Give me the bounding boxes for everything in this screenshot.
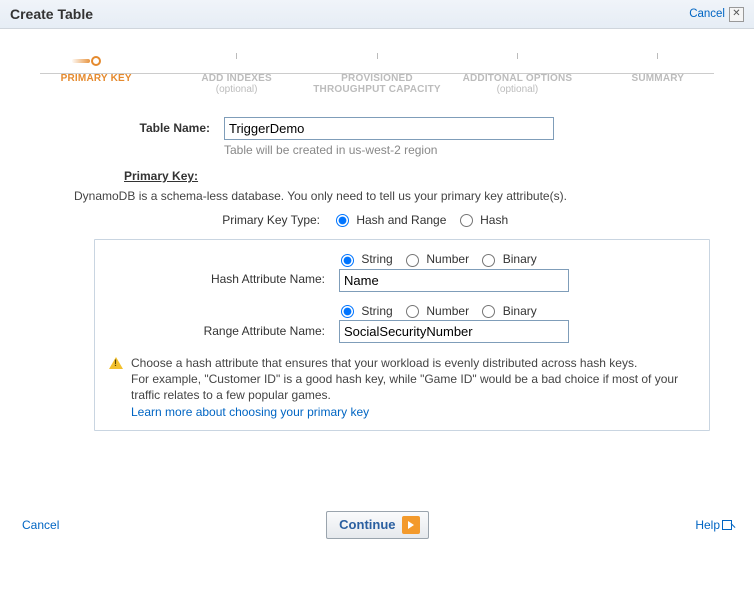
pk-type-hash-radio[interactable]	[460, 214, 473, 227]
dialog-header: Create Table Cancel ✕	[0, 0, 754, 29]
range-type-string-radio[interactable]	[341, 305, 354, 318]
primary-key-heading: Primary Key:	[124, 169, 720, 183]
range-type-binary-label: Binary	[503, 304, 537, 318]
wizard-step-additional-options: ADDITONAL OPTIONS (optional)	[447, 53, 587, 95]
primary-key-panel: Hash Attribute Name: String Number Binar…	[94, 239, 710, 430]
pk-type-hash-and-range-label: Hash and Range	[356, 213, 446, 227]
hash-attr-input[interactable]	[339, 269, 569, 292]
range-attr-label: Range Attribute Name:	[109, 304, 339, 338]
table-name-hint: Table will be created in us-west-2 regio…	[224, 143, 720, 157]
help-link[interactable]: Help	[695, 518, 732, 532]
hash-type-number-radio[interactable]	[406, 254, 419, 267]
range-type-number-label: Number	[426, 304, 469, 318]
wizard-step-label: PRIMARY KEY	[26, 73, 166, 84]
hash-type-binary-radio[interactable]	[482, 254, 495, 267]
continue-button[interactable]: Continue	[326, 511, 428, 539]
range-type-string-label: String	[361, 304, 392, 318]
warning-line-1: Choose a hash attribute that ensures tha…	[131, 355, 695, 371]
wizard-step-label: ADDITONAL OPTIONS	[447, 73, 587, 84]
pk-type-hash-label: Hash	[480, 213, 508, 227]
learn-more-link[interactable]: Learn more about choosing your primary k…	[131, 404, 695, 420]
wizard-step-sublabel: (optional)	[166, 84, 306, 95]
warning-line-2: For example, "Customer ID" is a good has…	[131, 371, 695, 403]
hash-type-string-radio[interactable]	[341, 254, 354, 267]
table-name-label: Table Name:	[34, 117, 224, 135]
wizard-step-label: ADD INDEXES	[166, 73, 306, 84]
wizard-step-label: SUMMARY	[588, 73, 728, 84]
wizard-steps: PRIMARY KEY ADD INDEXES (optional) PROVI…	[0, 29, 754, 101]
help-label: Help	[695, 518, 720, 532]
dialog-title: Create Table	[10, 6, 93, 22]
cancel-bottom-link[interactable]: Cancel	[22, 518, 59, 532]
schema-description: DynamoDB is a schema-less database. You …	[74, 189, 720, 203]
close-icon[interactable]: ✕	[729, 7, 744, 22]
warning-icon	[109, 357, 123, 369]
wizard-step-sublabel: (optional)	[447, 84, 587, 95]
hash-type-string-label: String	[361, 252, 392, 266]
external-link-icon	[722, 520, 732, 530]
hash-attr-label: Hash Attribute Name:	[109, 252, 339, 286]
range-attr-input[interactable]	[339, 320, 569, 343]
range-type-binary-radio[interactable]	[482, 305, 495, 318]
wizard-step-add-indexes: ADD INDEXES (optional)	[166, 53, 306, 95]
hash-type-number-label: Number	[426, 252, 469, 266]
cancel-top-link[interactable]: Cancel	[689, 8, 725, 20]
arrow-right-icon	[402, 516, 420, 534]
hash-type-binary-label: Binary	[503, 252, 537, 266]
table-name-input[interactable]	[224, 117, 554, 140]
range-type-number-radio[interactable]	[406, 305, 419, 318]
wizard-step-primary-key: PRIMARY KEY	[26, 53, 166, 95]
continue-button-label: Continue	[339, 517, 395, 532]
pk-type-label: Primary Key Type:	[34, 213, 334, 227]
pk-type-hash-and-range-radio[interactable]	[336, 214, 349, 227]
wizard-step-label: PROVISIONED THROUGHPUT CAPACITY	[307, 73, 447, 95]
wizard-step-summary: SUMMARY	[588, 53, 728, 95]
wizard-step-throughput: PROVISIONED THROUGHPUT CAPACITY	[307, 53, 447, 95]
